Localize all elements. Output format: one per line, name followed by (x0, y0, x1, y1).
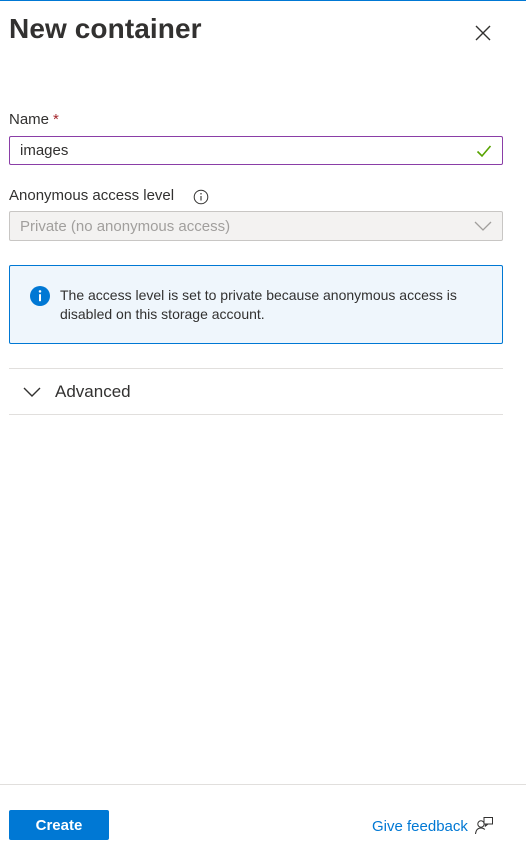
give-feedback-label[interactable]: Give feedback (372, 818, 468, 835)
chevron-down-icon (474, 221, 492, 231)
access-level-value: Private (no anonymous access) (20, 217, 231, 235)
info-filled-icon (30, 286, 50, 306)
new-container-panel: New container Name * images Anonymous acc… (0, 0, 526, 860)
access-level-dropdown[interactable]: Private (no anonymous access) (9, 211, 503, 241)
page-title: New container (9, 13, 202, 44)
close-icon (475, 25, 491, 41)
chevron-down-icon (23, 387, 41, 397)
checkmark-icon (476, 144, 492, 157)
advanced-label: Advanced (55, 381, 131, 401)
info-circle-icon[interactable] (193, 189, 209, 205)
name-label-text: Name (9, 111, 50, 128)
required-marker: * (53, 111, 59, 128)
access-level-label: Anonymous access level (9, 187, 175, 204)
info-message-text: The access level is set to private becau… (60, 287, 457, 322)
name-input[interactable]: images (9, 136, 503, 165)
advanced-toggle[interactable]: Advanced (9, 369, 503, 414)
divider (9, 414, 503, 415)
create-button[interactable]: Create (9, 810, 109, 840)
name-input-value[interactable]: images (20, 142, 476, 159)
footer-divider (0, 784, 526, 785)
feedback-icon (474, 817, 493, 835)
info-message-box: The access level is set to private becau… (9, 265, 503, 344)
name-label: Name * (9, 111, 59, 128)
give-feedback-link[interactable]: Give feedback (372, 815, 494, 837)
close-button[interactable] (468, 18, 498, 48)
